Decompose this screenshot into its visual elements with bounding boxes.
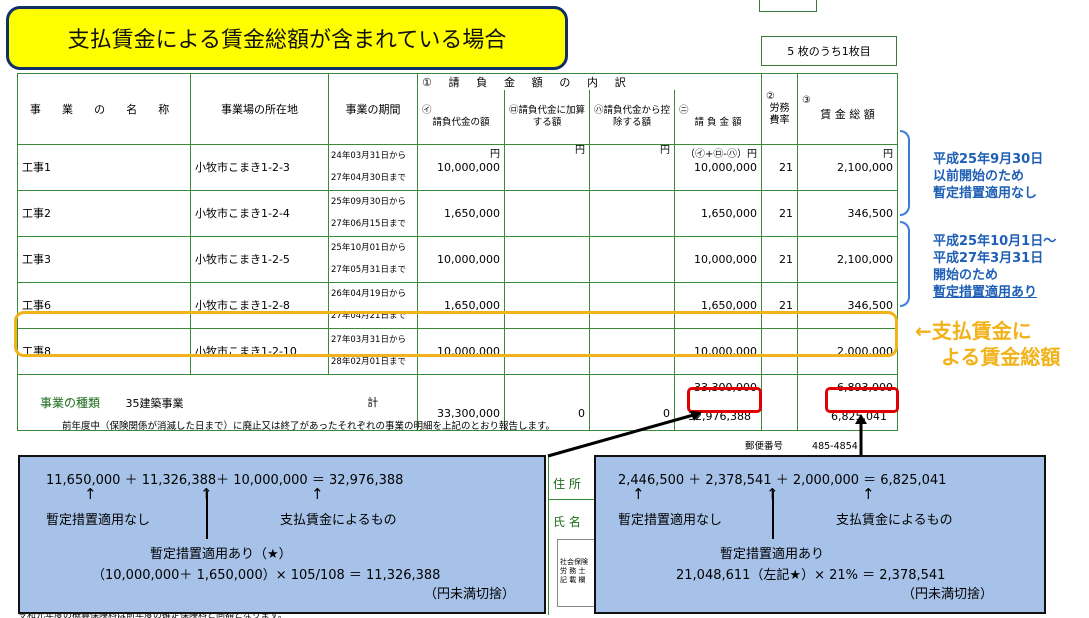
arrow-up-icon: ↑ (311, 485, 324, 503)
arrow-up-icon: ↑ (766, 485, 779, 503)
arrow-up-icon: ↑ (84, 485, 97, 503)
calc-label-payment: 支払賃金によるもの (836, 513, 953, 528)
calc-label-provision: 暫定措置適用あり（★） (150, 547, 292, 562)
arrow-head-right (855, 414, 867, 424)
calc-box-left: 11,650,000 ＋ 11,326,388＋ 10,000,000 ＝ 32… (18, 455, 546, 614)
calc-formula: 11,650,000 ＋ 11,326,388＋ 10,000,000 ＝ 32… (46, 473, 404, 488)
arrow-line-left (547, 412, 698, 458)
calc-rounding-note: （円未満切捨） (902, 587, 994, 602)
arrow-up-icon: ↑ (862, 485, 875, 503)
calc-label-provision: 暫定措置適用あり (720, 547, 825, 562)
calc-box-right: 2,446,500 ＋ 2,378,541 ＋ 2,000,000 ＝ 6,82… (594, 455, 1046, 614)
calc-detail: （10,000,000＋ 1,650,000）× 105/108 ＝ 11,32… (92, 568, 441, 583)
calc-label-no-provision: 暫定措置適用なし (46, 513, 151, 528)
calc-rounding-note: （円未満切捨） (424, 587, 516, 602)
arrow-up-icon: ↑ (632, 485, 645, 503)
calc-label-no-provision: 暫定措置適用なし (618, 513, 723, 528)
calc-label-payment: 支払賃金によるもの (280, 513, 397, 528)
arrow-up-icon: ↑ (200, 485, 213, 503)
calc-formula: 2,446,500 ＋ 2,378,541 ＋ 2,000,000 ＝ 6,82… (618, 473, 947, 488)
calc-detail: 21,048,611（左記★）× 21% ＝ 2,378,541 (676, 568, 946, 583)
